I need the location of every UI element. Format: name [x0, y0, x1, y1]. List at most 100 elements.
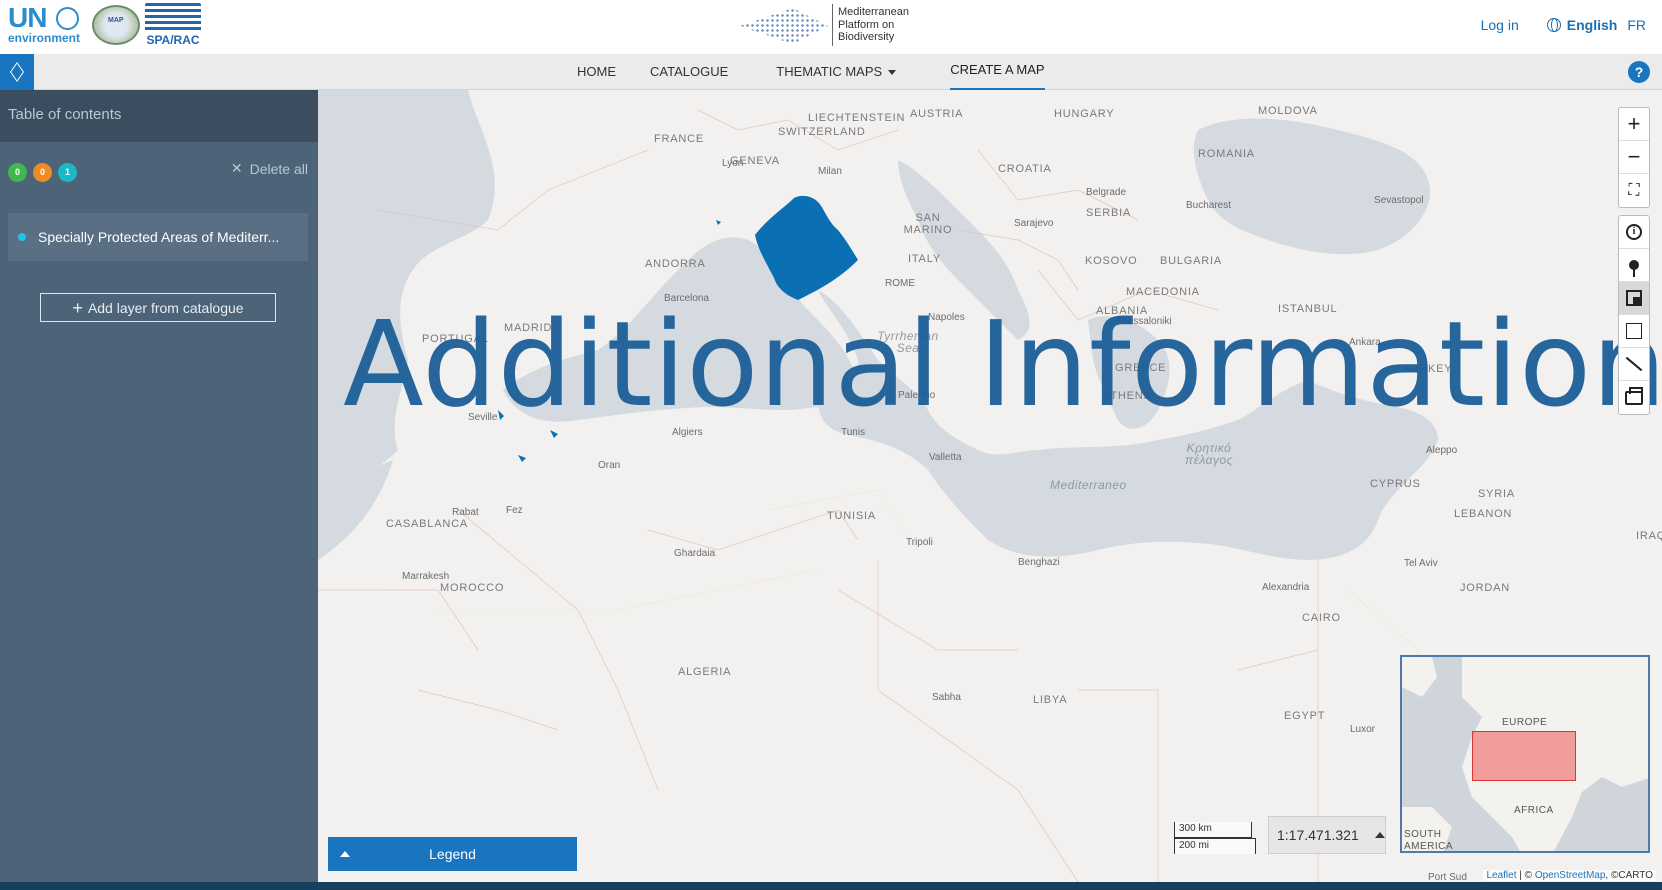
line-icon: [1625, 356, 1643, 372]
nav-items: HOME CATALOGUE THEMATIC MAPS CREATE A MA…: [577, 54, 1079, 90]
zoom-out-button[interactable]: −: [1619, 141, 1649, 174]
nav-thematic-maps-label: THEMATIC MAPS: [776, 64, 883, 79]
spa-rac-logo[interactable]: SPA/RAC: [145, 3, 201, 47]
layer-item[interactable]: Specially Protected Areas of Mediterr...: [8, 213, 308, 261]
platform-name: Mediterranean Platform on Biodiversity: [838, 6, 909, 44]
scale-km: 300 km: [1174, 822, 1252, 838]
measure-line-button[interactable]: [1619, 348, 1649, 381]
label-egypt: EGYPT: [1284, 710, 1326, 722]
label-tunisia: TUNISIA: [827, 510, 876, 522]
label-croatia: CROATIA: [998, 163, 1052, 175]
platform-logo[interactable]: Mediterranean Platform on Biodiversity: [740, 4, 920, 46]
zoom-in-button[interactable]: +: [1619, 108, 1649, 141]
nav-catalogue[interactable]: CATALOGUE: [650, 54, 728, 90]
scale-mi: 200 mi: [1174, 838, 1256, 854]
label-syria: SYRIA: [1478, 488, 1516, 500]
scale-ratio-selector[interactable]: 1:17.471.321: [1268, 816, 1386, 854]
label-algeria: ALGERIA: [678, 666, 732, 678]
label-andorra: ANDORRA: [645, 258, 706, 270]
label-marrakesh: Marrakesh: [402, 571, 450, 582]
label-jordan: JORDAN: [1460, 582, 1511, 594]
label-liechtenstein: LIECHTENSTEIN: [808, 112, 906, 124]
label-kritiko-pelagos: Κρητικό πέλαγος: [1185, 441, 1233, 467]
map-logo[interactable]: MAP: [92, 5, 140, 45]
platform-name-line2: Platform on: [838, 18, 895, 31]
label-bucharest: Bucharest: [1186, 200, 1232, 211]
label-alexandria: Alexandria: [1262, 582, 1310, 593]
label-port-sudan: Port Sud: [1428, 872, 1467, 882]
badge-orange[interactable]: 0: [33, 163, 52, 182]
platform-dots-icon: [740, 8, 828, 44]
overview-label-america: AMERICA: [1404, 841, 1454, 852]
label-italy: ITALY: [908, 253, 941, 265]
area-icon: [1626, 323, 1642, 339]
badge-green[interactable]: 0: [8, 163, 27, 182]
map-logo-text: MAP: [108, 17, 124, 24]
info-button[interactable]: i: [1619, 216, 1649, 249]
leaflet-link[interactable]: Leaflet: [1486, 870, 1516, 881]
osm-link[interactable]: OpenStreetMap: [1535, 870, 1606, 881]
header-right: Log in English FR: [1481, 17, 1646, 33]
nav-thematic-maps[interactable]: THEMATIC MAPS: [776, 54, 897, 90]
label-fez: Fez: [506, 505, 523, 516]
spa-waves-icon: [145, 3, 201, 33]
fullscreen-icon: ⛶: [1628, 181, 1640, 199]
add-layer-button[interactable]: + Add layer from catalogue: [40, 293, 276, 322]
layer-count-badges: 0 0 1: [8, 163, 77, 182]
pin-icon: [1629, 260, 1639, 277]
label-sarajevo: Sarajevo: [1014, 218, 1054, 229]
label-milan: Milan: [818, 166, 842, 177]
label-bulgaria: BULGARIA: [1160, 255, 1223, 267]
overview-minimap[interactable]: EUROPE AFRICA SOUTH AMERICA: [1400, 655, 1650, 853]
nav-home[interactable]: HOME: [577, 54, 616, 90]
bottom-bar: [0, 882, 1662, 890]
scale-bar: 300 km 200 mi: [1174, 822, 1256, 854]
scale-ratio-value: 1:17.471.321: [1277, 827, 1359, 843]
help-button[interactable]: ?: [1628, 61, 1650, 83]
label-morocco: MOROCCO: [440, 582, 505, 594]
measure-area-button[interactable]: [1619, 315, 1649, 348]
label-sevastopol: Sevastopol: [1374, 195, 1424, 206]
un-environment-logo[interactable]: UN environment: [8, 4, 82, 46]
overview-label-south: SOUTH: [1404, 829, 1442, 840]
spa-rac-text: SPA/RAC: [146, 33, 200, 47]
un-logo-subtitle: environment: [8, 31, 81, 45]
plus-icon: +: [72, 297, 83, 318]
globe-icon: [1546, 18, 1561, 32]
language-fr-link[interactable]: FR: [1627, 17, 1646, 33]
label-belgrade: Belgrade: [1086, 187, 1127, 198]
label-san-marino: SAN MARINO: [903, 212, 953, 236]
overview-viewport-box[interactable]: [1472, 731, 1576, 781]
badge-cyan[interactable]: 1: [58, 163, 77, 182]
delete-all-button[interactable]: ✕ Delete all: [231, 160, 308, 177]
map-attribution: Leaflet | © OpenStreetMap, ©CARTO: [1483, 870, 1656, 881]
delete-all-label: Delete all: [249, 160, 308, 177]
nav-create-a-map[interactable]: CREATE A MAP: [950, 54, 1045, 90]
login-link[interactable]: Log in: [1481, 17, 1519, 33]
print-button[interactable]: [1619, 381, 1649, 414]
legend-toggle-button[interactable]: Legend: [328, 837, 577, 871]
label-switzerland: SWITZERLAND: [778, 126, 866, 138]
label-france: FRANCE: [654, 133, 705, 145]
label-lyon: Lyon: [722, 158, 744, 169]
label-tel-aviv: Tel Aviv: [1404, 558, 1438, 569]
overview-label-europe: EUROPE: [1502, 717, 1548, 728]
minimap-toggle-button[interactable]: [1619, 282, 1649, 315]
print-icon: [1625, 386, 1643, 405]
marker-button[interactable]: [1619, 249, 1649, 282]
layer-name: Specially Protected Areas of Mediterr...: [38, 229, 280, 245]
label-iraq: IRAQ: [1636, 530, 1662, 542]
toc-title: Table of contents: [0, 90, 318, 142]
label-oran: Oran: [598, 460, 621, 471]
minimap-icon: [1626, 290, 1642, 306]
un-globe-icon: [56, 7, 79, 30]
header: UN environment MAP SPA/RAC Mediterranean…: [0, 0, 1662, 54]
label-benghazi: Benghazi: [1018, 557, 1060, 568]
language-selector[interactable]: English: [1546, 17, 1617, 33]
label-cairo: CAIRO: [1302, 612, 1341, 624]
legend-label: Legend: [429, 846, 476, 862]
overview-label-africa: AFRICA: [1514, 805, 1554, 816]
fullscreen-button[interactable]: ⛶: [1619, 174, 1649, 207]
layers-toggle-button[interactable]: [0, 54, 34, 90]
map-canvas[interactable]: FRANCE GENEVA LIECHTENSTEIN SWITZERLAND …: [318, 90, 1662, 882]
